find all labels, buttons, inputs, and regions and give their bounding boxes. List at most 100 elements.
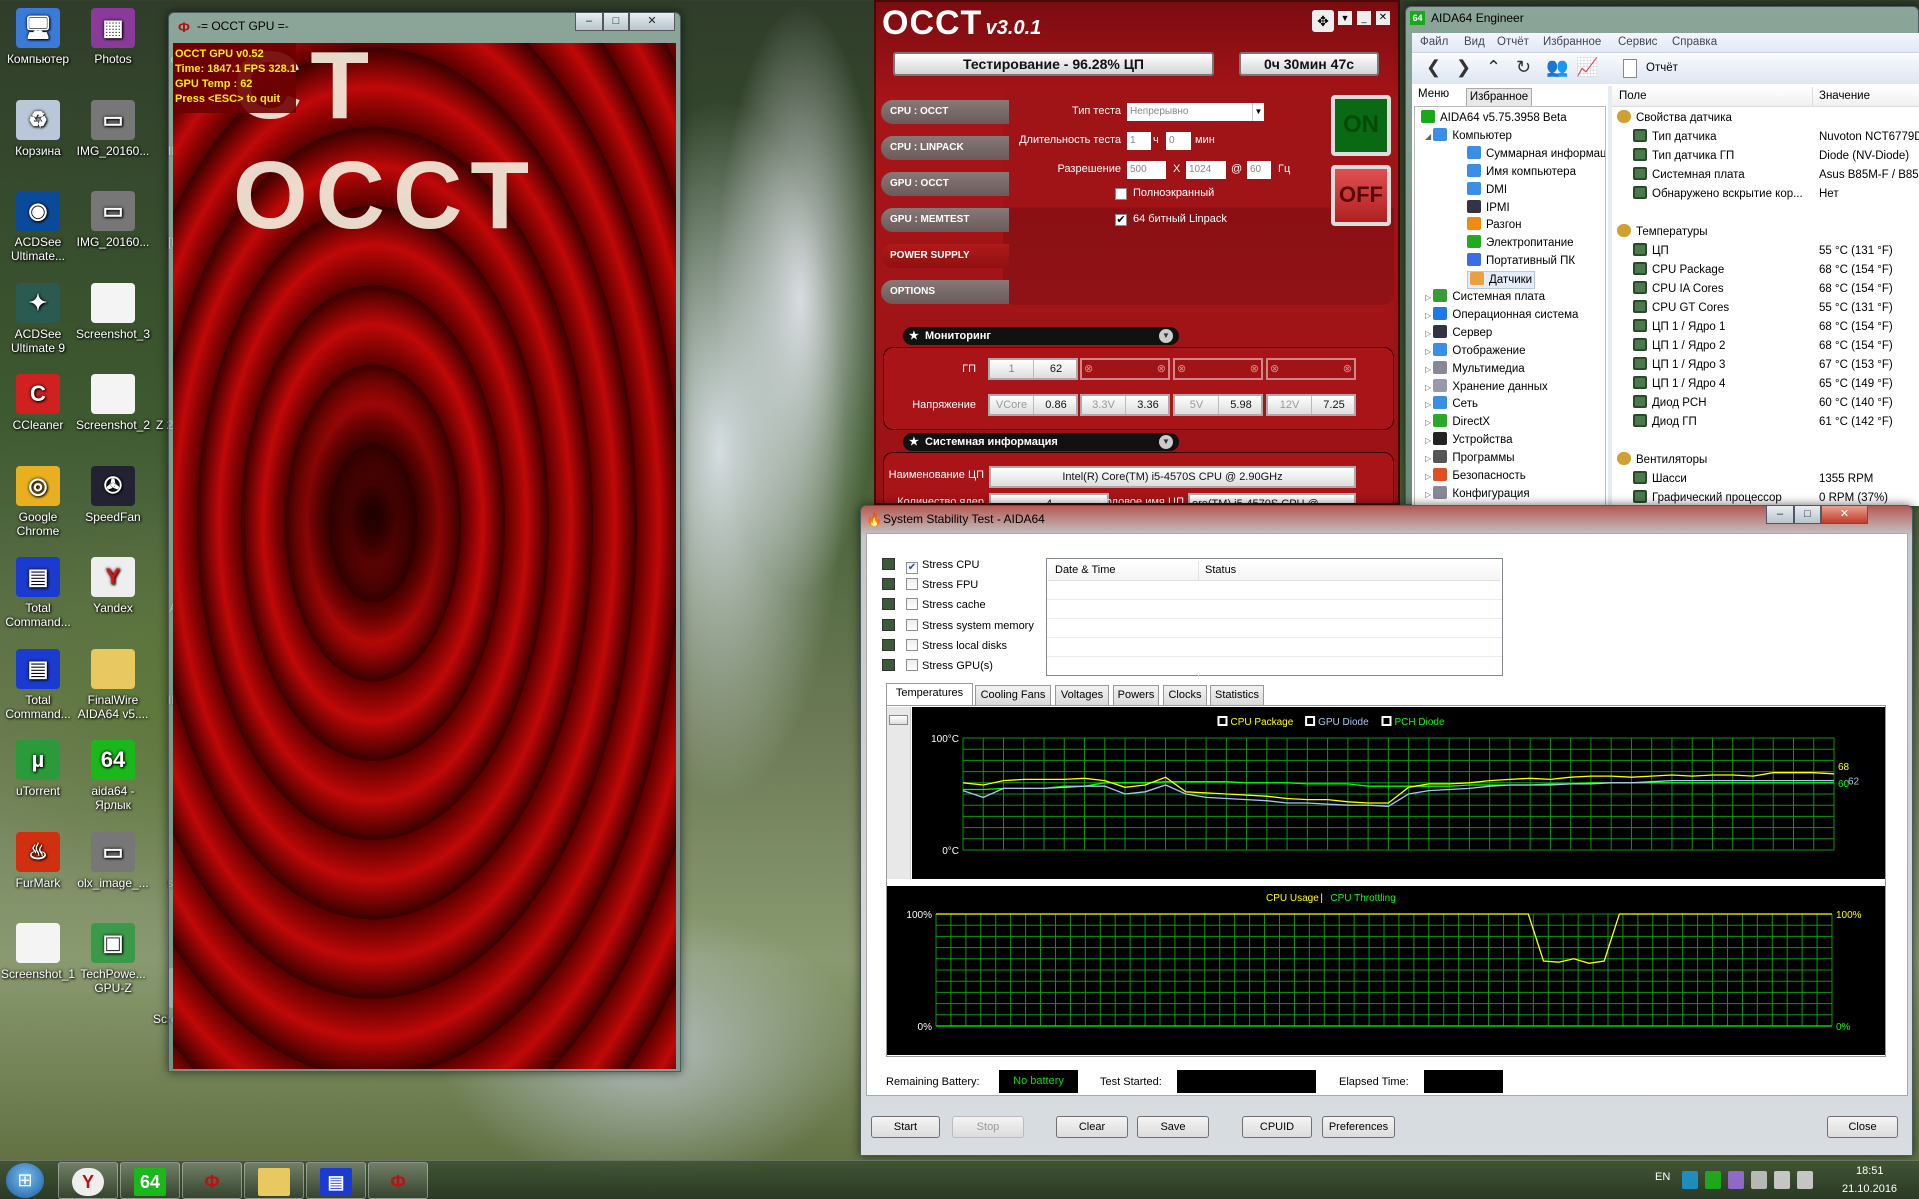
- preferences-button[interactable]: Preferences: [1322, 1116, 1395, 1138]
- collapsed-arrow-icon[interactable]: ▷: [1425, 418, 1433, 427]
- tab-voltages[interactable]: Voltages: [1055, 685, 1109, 705]
- tree-item[interactable]: ▷ Конфигурация: [1425, 485, 1530, 503]
- stress-option[interactable]: Stress system memory: [882, 618, 1034, 632]
- clock-time[interactable]: 18:51: [1856, 1165, 1884, 1177]
- desktop-icon[interactable]: ♨ FurMark: [0, 831, 76, 890]
- stress-checkbox[interactable]: [906, 638, 918, 651]
- stress-checkbox[interactable]: [906, 598, 918, 611]
- close-button[interactable]: ✕: [629, 13, 675, 31]
- tree-item[interactable]: ▷ Сервер: [1425, 324, 1492, 342]
- tree-item[interactable]: ▷ Отображение: [1425, 342, 1526, 360]
- monitoring-header[interactable]: ★ Мониторинг ▼: [903, 327, 1179, 345]
- tree-item[interactable]: Имя компьютера: [1467, 163, 1576, 180]
- sensor-row[interactable]: CPU GT Cores 55 °C (131 °F): [1633, 300, 1919, 316]
- resolution-width-input[interactable]: 500: [1127, 161, 1166, 179]
- save-button[interactable]: Save: [1137, 1116, 1209, 1138]
- tab-cooling-fans[interactable]: Cooling Fans: [975, 685, 1051, 705]
- tab-clocks[interactable]: Clocks: [1163, 685, 1207, 705]
- clear-button[interactable]: Clear: [1056, 1116, 1128, 1138]
- desktop-icon[interactable]: ▤ Total Command...: [0, 648, 76, 721]
- nav-cpu-linpack[interactable]: CPU : LINPACK: [881, 136, 1009, 160]
- tree-item[interactable]: Электропитание: [1467, 235, 1574, 251]
- volume-icon[interactable]: [1797, 1171, 1813, 1189]
- desktop-icon[interactable]: ▤ Total Command...: [0, 557, 76, 629]
- expanded-arrow-icon[interactable]: ◢: [1425, 132, 1433, 141]
- column-header-value[interactable]: Значение: [1819, 90, 1870, 102]
- sensor-row[interactable]: Тип датчика Nuvoton NCT6779D: [1633, 129, 1919, 145]
- chart-icon[interactable]: 📈: [1576, 57, 1598, 78]
- chart-scrollbar[interactable]: [887, 707, 911, 879]
- menu-item[interactable]: Вид: [1464, 36, 1485, 48]
- close-button[interactable]: ✕: [1821, 506, 1868, 524]
- fullscreen-checkbox[interactable]: [1115, 188, 1127, 200]
- sensor-row[interactable]: ЦП 1 / Ядро 3 67 °C (153 °F): [1633, 357, 1919, 373]
- collapsed-arrow-icon[interactable]: ▷: [1425, 454, 1433, 463]
- taskbar-button[interactable]: ▤: [306, 1162, 366, 1199]
- minimize-button[interactable]: –: [1766, 506, 1794, 524]
- column-header-date-time[interactable]: Date & Time: [1055, 564, 1116, 576]
- language-indicator[interactable]: EN: [1655, 1171, 1670, 1183]
- tree-item[interactable]: Разгон: [1467, 217, 1522, 233]
- feather-icon[interactable]: [1728, 1171, 1744, 1189]
- tree-item[interactable]: ▷ Устройства: [1425, 432, 1513, 449]
- tab-statistics[interactable]: Statistics: [1210, 685, 1264, 705]
- tree-item[interactable]: ▷ DirectX: [1425, 414, 1490, 431]
- refresh-rate-input[interactable]: 60: [1247, 161, 1271, 179]
- clock-date[interactable]: 21.10.2016: [1842, 1183, 1897, 1195]
- desktop-icon[interactable]: µ uTorrent: [0, 740, 76, 798]
- chevron-down-icon[interactable]: ▼: [1159, 435, 1173, 449]
- sensor-row[interactable]: Обнаружено вскрытие кор... Нет: [1633, 186, 1919, 202]
- desktop-icon[interactable]: FinalWire AIDA64 v5....: [75, 648, 151, 721]
- close-circle-icon[interactable]: ⊗: [1157, 360, 1166, 378]
- stress-option[interactable]: Stress FPU: [882, 578, 978, 591]
- dropdown-icon[interactable]: ▼: [1338, 11, 1352, 25]
- on-button[interactable]: ON: [1331, 95, 1391, 156]
- collapsed-arrow-icon[interactable]: ▷: [1425, 400, 1433, 409]
- collapsed-arrow-icon[interactable]: ▷: [1425, 490, 1433, 499]
- tree-item[interactable]: DMI: [1467, 181, 1507, 198]
- sensor-row[interactable]: Диод ГП 61 °C (142 °F): [1633, 414, 1919, 430]
- desktop-icon[interactable]: ✇ SpeedFan: [75, 465, 151, 524]
- taskbar-button[interactable]: 64: [120, 1162, 180, 1199]
- stress-checkbox[interactable]: [906, 618, 918, 631]
- menu-item[interactable]: Избранное: [1543, 36, 1601, 48]
- stop-button[interactable]: Stop: [952, 1116, 1024, 1138]
- stress-checkbox[interactable]: ✔: [906, 562, 918, 574]
- stress-option[interactable]: Stress local disks: [882, 638, 1007, 652]
- collapsed-arrow-icon[interactable]: ▷: [1425, 383, 1433, 392]
- satellite-icon[interactable]: [1751, 1171, 1767, 1189]
- taskbar-button[interactable]: Y: [58, 1162, 118, 1199]
- back-icon[interactable]: ❮: [1426, 57, 1441, 78]
- column-divider[interactable]: [1812, 87, 1813, 107]
- sensor-row[interactable]: Системная плата Asus B85M-F / B85M: [1633, 167, 1919, 183]
- sensor-row[interactable]: Диод PCH 60 °C (140 °F): [1633, 395, 1919, 411]
- close-circle-icon[interactable]: ⊗: [1343, 360, 1352, 378]
- tab-powers[interactable]: Powers: [1113, 685, 1159, 705]
- tree-item[interactable]: ▷ Программы: [1425, 450, 1515, 467]
- minimize-button[interactable]: –: [575, 13, 603, 31]
- resolution-height-input[interactable]: 1024: [1186, 161, 1226, 179]
- tree-item[interactable]: Суммарная информация: [1467, 145, 1605, 162]
- nav-gpu-occt[interactable]: GPU : OCCT: [881, 172, 1009, 196]
- close-circle-icon[interactable]: ⊗: [1270, 360, 1279, 378]
- menu-item[interactable]: Справка: [1672, 36, 1717, 48]
- tree-item[interactable]: ▷ Операционная система: [1425, 306, 1578, 324]
- chevron-down-icon[interactable]: ▼: [1252, 103, 1264, 121]
- stress-option[interactable]: Stress cache: [882, 598, 986, 611]
- off-button[interactable]: OFF: [1331, 165, 1391, 226]
- stress-checkbox[interactable]: [906, 578, 918, 591]
- minimize-button[interactable]: _: [1357, 11, 1371, 25]
- tree-item[interactable]: ▷ Хранение данных: [1425, 378, 1548, 396]
- chevron-down-icon[interactable]: ▼: [1159, 329, 1173, 343]
- desktop-icon[interactable]: C CCleaner: [0, 374, 76, 432]
- sensor-row[interactable]: Графический процессор 0 RPM (37%): [1633, 490, 1919, 506]
- tab-menu[interactable]: Меню: [1418, 88, 1449, 100]
- taskbar-button[interactable]: Ф: [368, 1162, 428, 1199]
- stress-option[interactable]: ✔ Stress CPU: [882, 558, 979, 574]
- sysinfo-header[interactable]: ★ Системная информация ▼: [903, 433, 1179, 451]
- menu-item[interactable]: Сервис: [1618, 36, 1657, 48]
- collapsed-arrow-icon[interactable]: ▷: [1425, 365, 1433, 374]
- tree-item[interactable]: ▷ Системная плата: [1425, 289, 1545, 306]
- linpack64-checkbox[interactable]: ✔: [1115, 214, 1127, 226]
- sensor-row[interactable]: ЦП 1 / Ядро 2 68 °C (154 °F): [1633, 338, 1919, 354]
